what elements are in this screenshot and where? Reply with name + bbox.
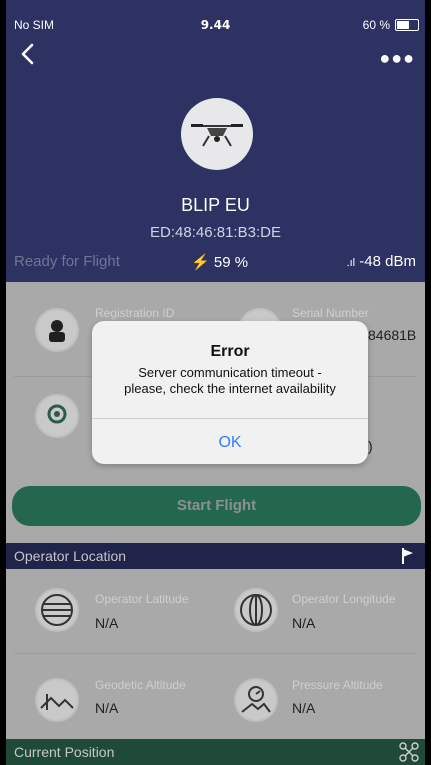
error-dialog: Error Server communication timeout - ple… [92, 321, 368, 464]
ok-button[interactable]: OK [92, 419, 368, 464]
error-message: Server communication timeout - please, c… [124, 365, 336, 396]
error-title: Error [210, 343, 250, 360]
phone-screen: No SIM 9.44 60 % ●●● BLIP EU ED:48:46:81… [6, 0, 425, 765]
